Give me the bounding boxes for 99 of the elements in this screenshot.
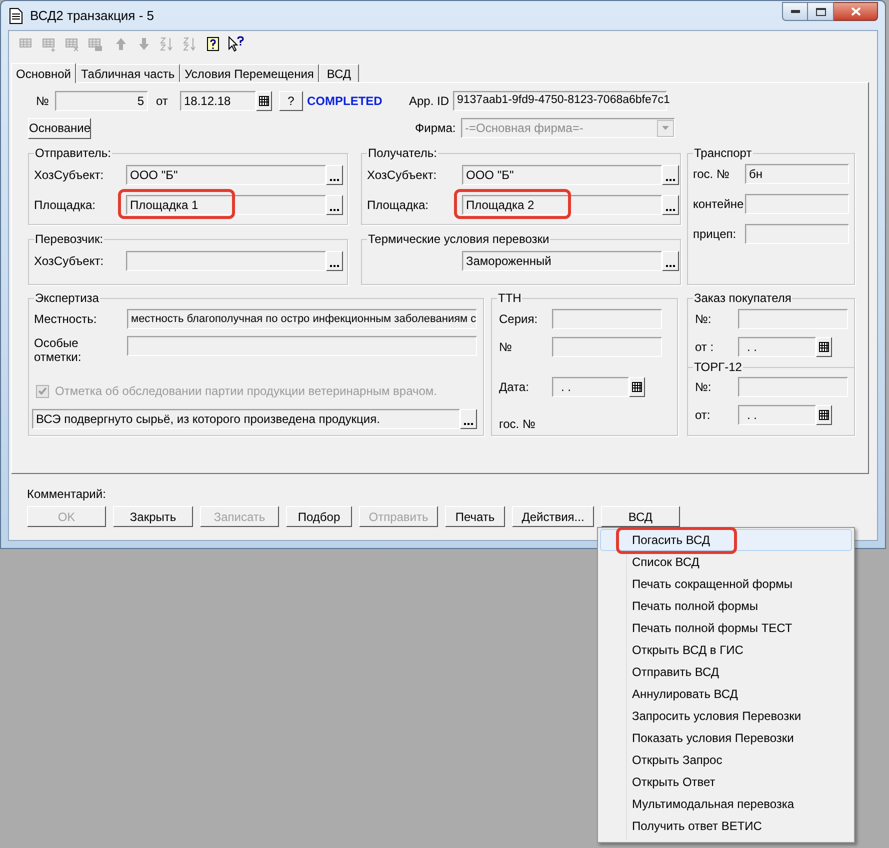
field-label: Дата:: [499, 379, 530, 396]
field-label: Особые отметки:: [34, 336, 82, 364]
field-label: Серия:: [499, 311, 539, 328]
menu-item[interactable]: Аннулировать ВСД: [600, 683, 852, 705]
help-button[interactable]: ?: [279, 91, 303, 111]
minimize-button[interactable]: [782, 2, 808, 21]
field-label: от :: [695, 339, 715, 356]
browse-button[interactable]: [326, 195, 343, 215]
input-field[interactable]: ООО "Б": [462, 165, 662, 185]
field-label: Местность:: [34, 311, 98, 328]
field-label: №: [499, 339, 513, 356]
browse-button[interactable]: [662, 251, 679, 271]
action-button[interactable]: Подбор: [286, 506, 352, 527]
close-icon: [850, 7, 860, 16]
field-label: прицеп:: [693, 226, 738, 243]
tab[interactable]: Табличная часть: [76, 64, 180, 82]
menu-item[interactable]: Мультимодальная перевозка: [600, 793, 852, 815]
browse-button[interactable]: [662, 195, 679, 215]
field-label: от:: [695, 407, 712, 424]
action-button[interactable]: Печать: [445, 506, 505, 527]
menu-item[interactable]: Запросить условия Перевозки: [600, 705, 852, 727]
field-label: Площадка:: [367, 197, 430, 214]
input-field[interactable]: Площадка 2: [462, 195, 662, 215]
close-button[interactable]: [834, 2, 878, 21]
field-label: App. ID: [409, 93, 450, 110]
input-field[interactable]: [745, 224, 849, 244]
field-label: контейне: [693, 196, 745, 213]
window-title: ВСД2 транзакция - 5: [30, 6, 154, 25]
comment-label: Комментарий:: [27, 486, 107, 503]
pointer-help-icon[interactable]: [228, 36, 244, 52]
action-button[interactable]: ВСД: [601, 506, 680, 527]
maximize-button[interactable]: [808, 2, 834, 21]
field-label: ХозСубъект:: [367, 167, 438, 184]
input-field[interactable]: [126, 251, 326, 271]
check-icon: [38, 387, 47, 395]
calendar-button[interactable]: [629, 377, 645, 397]
field-label: №:: [695, 311, 712, 328]
menu-item[interactable]: Показать условия Перевозки: [600, 727, 852, 749]
input-field[interactable]: Площадка 1: [126, 195, 326, 215]
calendar-icon: [819, 410, 829, 420]
basis-button[interactable]: Основание: [28, 118, 91, 138]
calendar-icon: [819, 342, 829, 352]
field-label: гос. №: [499, 416, 536, 433]
field-label: Площадка:: [34, 197, 97, 214]
input-field[interactable]: Замороженный: [462, 251, 662, 271]
menu-item[interactable]: Список ВСД: [600, 551, 852, 573]
browse-button[interactable]: [326, 165, 343, 185]
checkbox-label: Отметка об обследовании партии продукции ветеринарным врачом.: [55, 383, 438, 400]
input-field[interactable]: [738, 309, 848, 329]
browse-button[interactable]: [662, 165, 679, 185]
date-field[interactable]: . .: [738, 337, 816, 357]
date-field[interactable]: 18.12.18: [180, 91, 256, 111]
tab[interactable]: Основной: [11, 63, 76, 83]
tab[interactable]: ВСД: [318, 64, 359, 82]
field-label: №: [35, 93, 50, 110]
menu-item[interactable]: Открыть ВСД в ГИС: [600, 639, 852, 661]
menu-item[interactable]: Открыть Ответ: [600, 771, 852, 793]
date-field[interactable]: . .: [552, 377, 629, 397]
input-field[interactable]: местность благополучная по остро инфекционным заболеваниям с: [127, 309, 477, 329]
menu-item[interactable]: Печать полной формы: [600, 595, 852, 617]
input-field[interactable]: 5: [55, 91, 148, 111]
status-text: COMPLETED: [307, 93, 384, 110]
input-field[interactable]: [745, 194, 849, 214]
action-button[interactable]: Закрыть: [113, 506, 193, 527]
maximize-icon: [816, 8, 826, 16]
menu-item[interactable]: Получить ответ ВЕТИС: [600, 815, 852, 837]
document-icon: [9, 8, 23, 24]
date-field[interactable]: . .: [738, 405, 816, 425]
menu-item[interactable]: Печать полной формы ТЕСТ: [600, 617, 852, 639]
input-field[interactable]: 9137aab1-9fd9-4750-8123-7068a6bfe7c1: [453, 91, 667, 111]
input-field[interactable]: бн: [745, 164, 849, 184]
field-label: от: [156, 93, 169, 110]
input-field[interactable]: [552, 309, 662, 329]
menu-item[interactable]: Открыть Запрос: [600, 749, 852, 771]
minimize-icon: [790, 10, 800, 13]
menu-item[interactable]: Печать сокращенной формы: [600, 573, 852, 595]
field-label: гос. №: [693, 166, 730, 183]
calendar-button[interactable]: [256, 91, 272, 111]
browse-button[interactable]: [460, 409, 477, 429]
dropdown-arrow-icon: [662, 126, 669, 130]
help-icon[interactable]: [205, 36, 221, 52]
tab[interactable]: Условия Перемещения: [180, 64, 319, 82]
calendar-icon: [259, 96, 269, 106]
input-field[interactable]: [738, 377, 848, 397]
menu-item[interactable]: Погасить ВСД: [600, 529, 852, 551]
input-field[interactable]: [127, 336, 477, 356]
browse-button[interactable]: [326, 251, 343, 271]
input-field[interactable]: ВСЭ подвергнуто сырьё, из которого произведена продукция.: [32, 409, 460, 429]
menu-item[interactable]: Отправить ВСД: [600, 661, 852, 683]
field-label: №:: [695, 379, 712, 396]
field-label: Фирма:: [415, 120, 457, 137]
calendar-button[interactable]: [816, 337, 832, 357]
action-button[interactable]: Действия...: [512, 506, 594, 527]
field-label: ХозСубъект:: [34, 253, 105, 270]
field-label: ХозСубъект:: [34, 167, 105, 184]
calendar-icon: [632, 382, 642, 392]
input-field[interactable]: [552, 337, 662, 357]
input-field[interactable]: ООО "Б": [126, 165, 326, 185]
calendar-button[interactable]: [816, 405, 832, 425]
